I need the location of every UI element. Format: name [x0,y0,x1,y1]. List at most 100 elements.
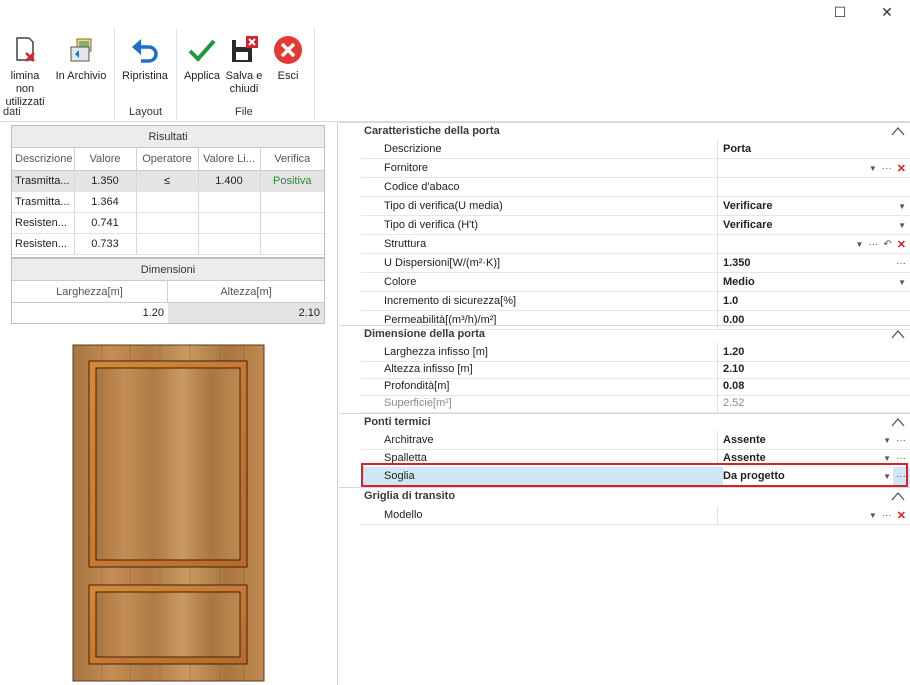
prop-superficie: Superficie[m²] 2.52 [361,394,910,413]
results-table: Descrizione Valore Operatore Valore Li..… [12,148,324,255]
esci-button[interactable]: Esci [268,34,308,83]
clear-icon[interactable]: ✕ [897,236,906,254]
prop-name: Fornitore [361,159,718,178]
col-altezza[interactable]: Altezza[m] [168,281,324,302]
category-caratteristiche[interactable]: Caratteristiche della porta [339,122,910,140]
chevron-down-icon[interactable]: ▼ [883,468,891,486]
prop-tipo-verifica-ht[interactable]: Tipo di verifica (H't) Verificare ▼ [361,216,910,235]
ripristina-button[interactable]: Ripristina [120,34,170,83]
chevron-down-icon[interactable]: ▼ [898,198,906,216]
chevron-down-icon[interactable]: ▼ [869,507,877,525]
undo-icon[interactable]: ↶ [883,236,891,254]
prop-struttura[interactable]: Struttura ▼ ··· ↶ ✕ [361,235,910,254]
prop-descrizione[interactable]: Descrizione Porta [361,140,910,159]
category-title: Caratteristiche della porta [364,125,500,137]
dimensions-grid: Dimensioni Larghezza[m] Altezza[m] 1.20 … [11,258,325,324]
col-operatore[interactable]: Operatore [136,148,199,171]
clear-icon[interactable]: ✕ [897,160,906,178]
save-close-icon [232,36,258,62]
salva-e-chiudi-button[interactable]: Salva e chiudi [224,34,264,96]
cell-verifica: Positiva [260,170,324,192]
category-dimensione[interactable]: Dimensione della porta [339,325,910,343]
ellipsis-icon[interactable]: ··· [896,255,906,273]
salva-label-1: Salva e [225,70,263,82]
table-row[interactable]: Resisten... 0.741 [12,212,324,234]
ripristina-label: Ripristina [122,70,168,82]
cell-valore: 1.350 [74,170,137,192]
chevron-up-icon[interactable] [891,416,905,428]
prop-u-dispersioni[interactable]: U Dispersioni[W/(m²·K)] 1.350 ··· [361,254,910,273]
chevron-up-icon[interactable] [891,125,905,137]
table-row[interactable]: Trasmitta... 1.364 [12,191,324,213]
maximize-icon: ☐ [833,3,847,20]
col-larghezza[interactable]: Larghezza[m] [12,281,168,302]
table-row[interactable]: Resisten... 0.733 [12,233,324,255]
col-valore[interactable]: Valore [74,148,137,171]
applica-button[interactable]: Applica [182,34,222,83]
ellipsis-icon[interactable]: ··· [868,236,878,254]
elimina-non-utilizzati-button[interactable]: limina non utilizzati [0,34,50,109]
in-archivio-button[interactable]: In Archivio [54,34,108,83]
prop-fornitore[interactable]: Fornitore ▼ ··· ✕ [361,159,910,178]
cell-verifica [260,233,324,255]
cell-verifica [260,191,324,213]
prop-spalletta[interactable]: Spalletta Assente ▼ ··· [361,449,910,468]
cell-valore: 0.733 [74,233,137,255]
close-window-button[interactable]: ✕ [876,2,898,22]
prop-soglia[interactable]: Soglia Da progetto ▼ ··· [361,467,910,486]
cell-descrizione: Trasmitta... [12,191,75,213]
prop-value: Verificare [723,219,773,231]
prop-codice-abaco[interactable]: Codice d'abaco [361,178,910,197]
cell-altezza: 2.10 [168,303,324,323]
prop-name: Modello [361,506,718,525]
col-valore-limite[interactable]: Valore Li... [198,148,261,171]
prop-name: Codice d'abaco [361,178,718,197]
prop-name: Tipo di verifica(U media) [361,197,718,216]
chevron-down-icon[interactable]: ▼ [883,450,891,468]
prop-name: Superficie[m²] [361,394,718,413]
prop-value: Medio [723,276,755,288]
salva-label-2: chiudi [229,83,259,95]
prop-value: 2.52 [723,397,745,409]
chevron-down-icon[interactable]: ▼ [883,432,891,450]
ellipsis-icon[interactable]: ··· [882,160,892,178]
group-label-layout: Layout [129,106,163,118]
maximize-button[interactable]: ☐ [829,2,851,22]
cell-verifica [260,212,324,234]
prop-architrave[interactable]: Architrave Assente ▼ ··· [361,431,910,450]
ribbon-separator [114,28,115,120]
category-ponti-termici[interactable]: Ponti termici [339,413,910,431]
ellipsis-icon[interactable]: ··· [896,432,906,450]
chevron-down-icon[interactable]: ▼ [855,236,863,254]
ellipsis-icon[interactable]: ··· [896,450,906,468]
prop-value: Verificare [723,200,773,212]
prop-value [723,506,893,525]
chevron-up-icon[interactable] [891,328,905,340]
category-title: Ponti termici [364,416,431,428]
col-verifica[interactable]: Verifica [260,148,324,171]
chevron-down-icon[interactable]: ▼ [898,217,906,235]
chevron-up-icon[interactable] [891,490,905,502]
table-row[interactable]: 1.20 2.10 [12,303,324,323]
cell-operatore [136,191,199,213]
prop-name: Architrave [361,431,718,450]
chevron-down-icon[interactable]: ▼ [869,160,877,178]
prop-modello[interactable]: Modello ▼ ··· ✕ [361,506,910,525]
prop-incremento-sicurezza[interactable]: Incremento di sicurezza[%] 1.0 [361,292,910,311]
table-row[interactable]: Trasmitta... 1.350 ≤ 1.400 Positiva [12,170,324,192]
category-griglia-transito[interactable]: Griglia di transito [339,487,910,505]
chevron-down-icon[interactable]: ▼ [898,274,906,292]
col-descrizione[interactable]: Descrizione [12,148,75,171]
clear-icon[interactable]: ✕ [897,507,906,525]
cell-descrizione: Trasmitta... [12,170,75,192]
ellipsis-icon[interactable]: ··· [896,468,906,486]
results-grid: Risultati Descrizione Valore Operatore V… [11,125,325,258]
ellipsis-icon[interactable]: ··· [882,507,892,525]
prop-tipo-verifica-umedia[interactable]: Tipo di verifica(U media) Verificare ▼ [361,197,910,216]
prop-value: Assente [723,452,766,464]
prop-colore[interactable]: Colore Medio ▼ [361,273,910,292]
elimina-label-1: limina non [10,70,40,95]
ribbon-separator [314,28,315,120]
group-label-file: File [235,106,253,118]
ribbon-separator [176,28,177,120]
